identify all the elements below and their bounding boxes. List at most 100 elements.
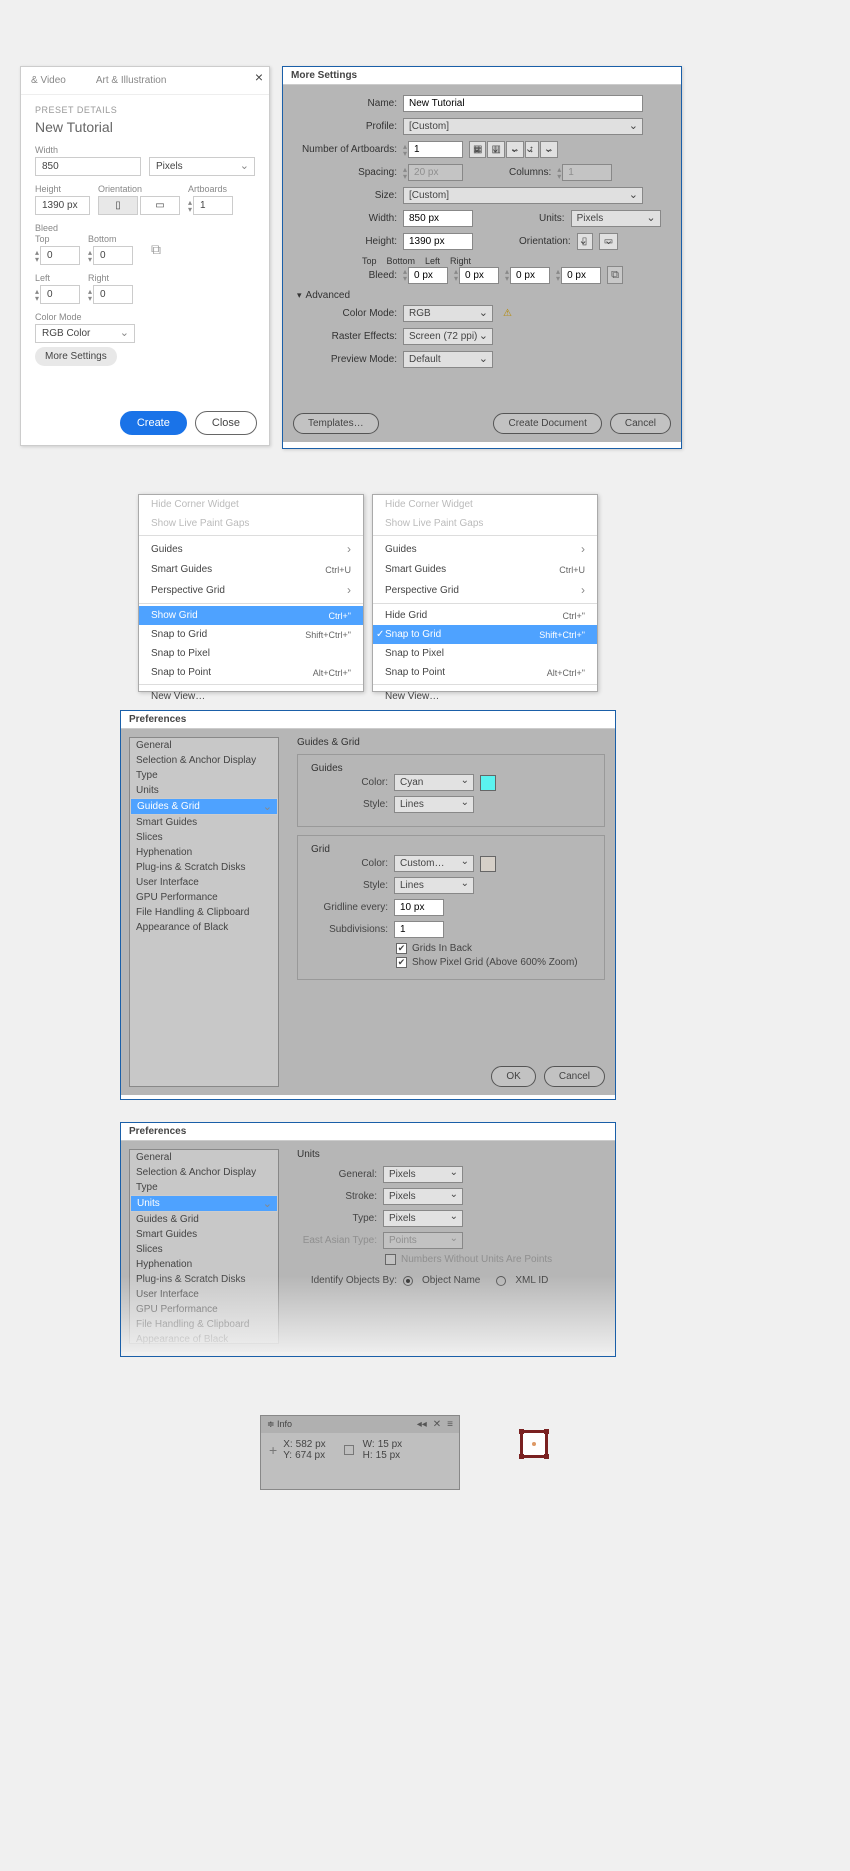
- menu-item-snap-to-point[interactable]: Snap to PointAlt+Ctrl+": [373, 663, 597, 682]
- close-icon[interactable]: ✕: [433, 1419, 441, 1430]
- pref-item-hyphenation[interactable]: Hyphenation: [130, 845, 278, 860]
- ms-portrait-icon[interactable]: ▯: [577, 233, 593, 250]
- menu-item-hide-grid[interactable]: Hide GridCtrl+": [373, 606, 597, 625]
- ms-bleed-bottom[interactable]: [459, 267, 499, 284]
- close-icon[interactable]: ×: [255, 69, 263, 85]
- menu-item-snap-to-grid[interactable]: Snap to GridShift+Ctrl+": [139, 625, 363, 644]
- menu-item-smart-guides[interactable]: Smart GuidesCtrl+U: [373, 560, 597, 579]
- ms-landscape-icon[interactable]: ▭: [599, 233, 618, 250]
- pref-item-units[interactable]: Units: [130, 783, 278, 798]
- raster-select[interactable]: Screen (72 ppi): [403, 328, 493, 345]
- document-name[interactable]: New Tutorial: [35, 119, 255, 135]
- preview-select[interactable]: Default: [403, 351, 493, 368]
- grid-style-select[interactable]: Lines: [394, 877, 474, 894]
- show-pixel-grid-checkbox[interactable]: ✔: [396, 957, 407, 968]
- ms-width-input[interactable]: [403, 210, 473, 227]
- menu-item-snap-to-pixel[interactable]: Snap to Pixel: [373, 644, 597, 663]
- pref-item-general[interactable]: General: [130, 1150, 278, 1165]
- pref-item-user-interface[interactable]: User Interface: [130, 875, 278, 890]
- artboards-input[interactable]: 1: [193, 196, 233, 215]
- xml-id-radio[interactable]: [496, 1276, 506, 1286]
- height-input[interactable]: 1390 px: [35, 196, 90, 215]
- pref-item-guides-grid[interactable]: Guides & Grid: [130, 1212, 278, 1227]
- close-button[interactable]: Close: [195, 411, 257, 435]
- pref-item-appearance-of-black[interactable]: Appearance of Black: [130, 1332, 278, 1347]
- tab-video[interactable]: & Video: [31, 75, 66, 86]
- menu-icon[interactable]: ≡: [447, 1419, 453, 1430]
- pref-item-type[interactable]: Type: [130, 1180, 278, 1195]
- pref-item-gpu-performance[interactable]: GPU Performance: [130, 1302, 278, 1317]
- pref-item-file-handling-clipboard[interactable]: File Handling & Clipboard: [130, 1317, 278, 1332]
- pref-item-plug-ins-scratch-disks[interactable]: Plug-ins & Scratch Disks: [130, 1272, 278, 1287]
- layout-grid-col-icon[interactable]: ▥: [487, 141, 504, 158]
- cancel-button[interactable]: Cancel: [610, 413, 671, 434]
- bleed-left-input[interactable]: 0: [40, 285, 80, 304]
- layout-ltr-icon[interactable]: ↔: [506, 141, 524, 158]
- pref-item-general[interactable]: General: [130, 738, 278, 753]
- pref-item-user-interface[interactable]: User Interface: [130, 1287, 278, 1302]
- menu-item-smart-guides[interactable]: Smart GuidesCtrl+U: [139, 560, 363, 579]
- layout-ttb-icon[interactable]: ↕: [525, 141, 539, 158]
- guides-style-select[interactable]: Lines: [394, 796, 474, 813]
- grid-color-select[interactable]: Custom…: [394, 855, 474, 872]
- pref-item-smart-guides[interactable]: Smart Guides: [130, 815, 278, 830]
- pref-item-gpu-performance[interactable]: GPU Performance: [130, 890, 278, 905]
- pref-item-type[interactable]: Type: [130, 768, 278, 783]
- pref-item-guides-grid[interactable]: Guides & Grid: [130, 798, 278, 815]
- bleed-top-input[interactable]: 0: [40, 246, 80, 265]
- subdivisions-input[interactable]: [394, 921, 444, 938]
- templates-button[interactable]: Templates…: [293, 413, 379, 434]
- menu-item-guides[interactable]: Guides: [139, 538, 363, 560]
- colormode-select[interactable]: RGB Color: [35, 324, 135, 343]
- advanced-disclosure[interactable]: Advanced: [297, 290, 667, 301]
- pref-item-units[interactable]: Units: [130, 1195, 278, 1212]
- name-input[interactable]: [403, 95, 643, 112]
- pref-item-smart-guides[interactable]: Smart Guides: [130, 1227, 278, 1242]
- more-settings-button[interactable]: More Settings: [35, 347, 117, 366]
- ms-colormode-select[interactable]: RGB: [403, 305, 493, 322]
- menu-item-new-view-[interactable]: New View…: [373, 687, 597, 706]
- pref-item-selection-anchor-display[interactable]: Selection & Anchor Display: [130, 753, 278, 768]
- menu-item-snap-to-grid[interactable]: Snap to Grid✓Shift+Ctrl+": [373, 625, 597, 644]
- width-input[interactable]: 850: [35, 157, 141, 176]
- profile-select[interactable]: [Custom]: [403, 118, 643, 135]
- gridline-input[interactable]: [394, 899, 444, 916]
- bleed-right-input[interactable]: 0: [93, 285, 133, 304]
- selected-artwork-object[interactable]: [520, 1430, 548, 1458]
- object-name-radio[interactable]: [403, 1276, 413, 1286]
- menu-item-snap-to-pixel[interactable]: Snap to Pixel: [139, 644, 363, 663]
- pref-item-appearance-of-black[interactable]: Appearance of Black: [130, 920, 278, 935]
- create-button[interactable]: Create: [120, 411, 187, 435]
- units-select[interactable]: Pixels: [149, 157, 255, 176]
- pref-item-slices[interactable]: Slices: [130, 830, 278, 845]
- create-document-button[interactable]: Create Document: [493, 413, 601, 434]
- pref-item-selection-anchor-display[interactable]: Selection & Anchor Display: [130, 1165, 278, 1180]
- pref-item-slices[interactable]: Slices: [130, 1242, 278, 1257]
- guides-color-swatch[interactable]: [480, 775, 496, 791]
- bleed-bottom-input[interactable]: 0: [93, 246, 133, 265]
- pref-item-hyphenation[interactable]: Hyphenation: [130, 1257, 278, 1272]
- num-artboards-input[interactable]: [408, 141, 463, 158]
- link-icon[interactable]: ⧉: [151, 241, 161, 258]
- ms-bleed-top[interactable]: [408, 267, 448, 284]
- u-stroke-select[interactable]: Pixels: [383, 1188, 463, 1205]
- u-general-select[interactable]: Pixels: [383, 1166, 463, 1183]
- ok-button[interactable]: OK: [491, 1066, 535, 1087]
- cancel-button[interactable]: Cancel: [544, 1066, 605, 1087]
- menu-item-guides[interactable]: Guides: [373, 538, 597, 560]
- layout-grid-row-icon[interactable]: ▦: [469, 141, 486, 158]
- u-type-select[interactable]: Pixels: [383, 1210, 463, 1227]
- size-select[interactable]: [Custom]: [403, 187, 643, 204]
- grid-color-swatch[interactable]: [480, 856, 496, 872]
- ms-units-select[interactable]: Pixels: [571, 210, 661, 227]
- orientation-landscape-icon[interactable]: ▭: [140, 196, 180, 215]
- menu-item-perspective-grid[interactable]: Perspective Grid: [139, 579, 363, 601]
- menu-item-new-view-[interactable]: New View…: [139, 687, 363, 706]
- ms-link-icon[interactable]: ⧉: [607, 266, 623, 284]
- menu-item-snap-to-point[interactable]: Snap to PointAlt+Ctrl+": [139, 663, 363, 682]
- menu-item-perspective-grid[interactable]: Perspective Grid: [373, 579, 597, 601]
- ms-height-input[interactable]: [403, 233, 473, 250]
- menu-item-show-grid[interactable]: Show GridCtrl+": [139, 606, 363, 625]
- ms-bleed-right[interactable]: [561, 267, 601, 284]
- pref-item-file-handling-clipboard[interactable]: File Handling & Clipboard: [130, 905, 278, 920]
